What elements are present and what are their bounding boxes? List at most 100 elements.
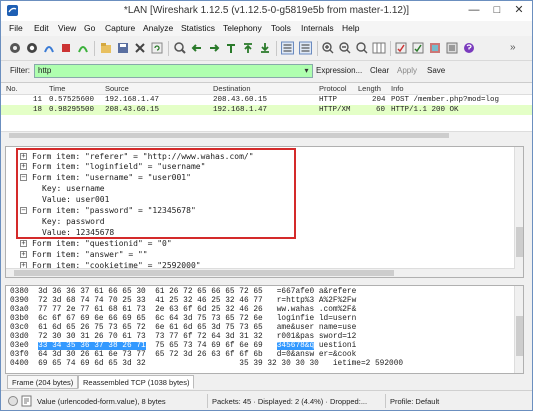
detail-text: Form item: "questionid" = "0" bbox=[32, 239, 172, 248]
menu-tools[interactable]: Tools bbox=[271, 23, 291, 33]
menu-file[interactable]: File bbox=[9, 23, 23, 33]
collapse-icon[interactable]: − bbox=[20, 174, 27, 181]
expand-icon[interactable]: + bbox=[20, 153, 27, 160]
packet-list-hscroll-thumb[interactable] bbox=[9, 133, 449, 138]
bytes-row[interactable]: 03b0 6c 6f 67 69 6e 66 69 65 6c 64 3d 75… bbox=[10, 315, 356, 324]
packet-time: 0.98295500 bbox=[49, 106, 95, 114]
bytes-row[interactable]: 03a0 77 77 2e 77 61 68 61 73 2e 63 6f 6d… bbox=[10, 306, 356, 315]
detail-line[interactable]: Value: user001 bbox=[42, 194, 109, 205]
zoom-in-icon[interactable] bbox=[321, 41, 335, 55]
detail-text: Form item: "loginfield" = "username" bbox=[32, 162, 206, 171]
help-icon[interactable] bbox=[462, 41, 476, 55]
zoom-normal-icon[interactable] bbox=[355, 41, 369, 55]
expand-icon[interactable]: + bbox=[20, 163, 27, 170]
capture-comments-icon[interactable] bbox=[21, 395, 32, 407]
title-bar: *LAN [Wireshark 1.12.5 (v1.12.5-0-g5819e… bbox=[1, 1, 532, 21]
toolbar-overflow-icon[interactable]: » bbox=[510, 42, 516, 53]
reload-icon[interactable] bbox=[150, 41, 164, 55]
bytes-row[interactable]: 03d0 72 30 30 31 26 70 61 73 73 77 6f 72… bbox=[10, 333, 356, 342]
details-hscroll[interactable] bbox=[6, 268, 515, 277]
close-button[interactable]: ✕ bbox=[508, 3, 530, 17]
open-file-icon[interactable] bbox=[99, 41, 113, 55]
status-profile[interactable]: Profile: Default bbox=[390, 397, 439, 406]
menu-internals[interactable]: Internals bbox=[301, 23, 334, 33]
column-header-protocol[interactable]: Protocol bbox=[319, 84, 347, 93]
filter-clear-button[interactable]: Clear bbox=[370, 66, 389, 75]
bytes-offset: 03b0 bbox=[10, 315, 29, 323]
menu-bar: File Edit View Go Capture Analyze Statis… bbox=[1, 21, 532, 36]
save-file-icon[interactable] bbox=[116, 41, 130, 55]
column-header-length[interactable]: Length bbox=[358, 84, 381, 93]
menu-go[interactable]: Go bbox=[84, 23, 95, 33]
menu-telephony[interactable]: Telephony bbox=[223, 23, 262, 33]
column-header-destination[interactable]: Destination bbox=[213, 84, 251, 93]
column-header-time[interactable]: Time bbox=[49, 84, 65, 93]
start-capture-icon[interactable] bbox=[42, 41, 56, 55]
details-hscroll-thumb[interactable] bbox=[14, 270, 394, 276]
detail-line[interactable]: Key: password bbox=[42, 216, 105, 227]
go-first-icon[interactable] bbox=[241, 41, 255, 55]
expand-icon[interactable]: + bbox=[20, 240, 27, 247]
bytes-ascii: d=0&answ bbox=[276, 351, 315, 359]
main-toolbar: » bbox=[1, 37, 532, 61]
menu-analyze[interactable]: Analyze bbox=[143, 23, 173, 33]
go-to-packet-icon[interactable] bbox=[224, 41, 238, 55]
filter-save-button[interactable]: Save bbox=[427, 66, 445, 75]
menu-statistics[interactable]: Statistics bbox=[181, 23, 215, 33]
go-forward-icon[interactable] bbox=[207, 41, 221, 55]
display-filter-input[interactable]: http bbox=[34, 64, 313, 78]
interface-list-icon[interactable] bbox=[8, 41, 22, 55]
find-packet-icon[interactable] bbox=[173, 41, 187, 55]
maximize-button[interactable]: □ bbox=[486, 3, 508, 17]
menu-view[interactable]: View bbox=[58, 23, 76, 33]
details-vscroll[interactable] bbox=[514, 147, 523, 277]
restart-capture-icon[interactable] bbox=[76, 41, 90, 55]
colorize-icon[interactable] bbox=[280, 41, 295, 55]
zoom-out-icon[interactable] bbox=[338, 41, 352, 55]
minimize-button[interactable]: — bbox=[463, 3, 485, 17]
column-header-source[interactable]: Source bbox=[105, 84, 129, 93]
detail-line[interactable]: Key: username bbox=[42, 183, 105, 194]
details-vscroll-thumb[interactable] bbox=[516, 227, 523, 257]
packet-row[interactable]: 11 0.57525600 192.168.1.47 208.43.60.15 … bbox=[1, 95, 532, 105]
packet-no: 11 bbox=[33, 96, 43, 104]
packet-list-hscroll[interactable] bbox=[1, 131, 532, 139]
filter-expression-button[interactable]: Expression... bbox=[316, 66, 362, 75]
detail-line[interactable]: Value: 12345678 bbox=[42, 227, 114, 238]
expand-icon[interactable]: + bbox=[20, 251, 27, 258]
go-back-icon[interactable] bbox=[190, 41, 204, 55]
resize-columns-icon[interactable] bbox=[372, 41, 386, 55]
bytes-row[interactable]: 0390 72 3d 68 74 74 70 25 33 41 25 32 46… bbox=[10, 297, 356, 306]
filter-apply-button[interactable]: Apply bbox=[397, 66, 417, 75]
expert-info-icon[interactable] bbox=[8, 396, 18, 406]
packet-row-selected[interactable]: 18 0.98295500 208.43.60.15 192.168.1.47 … bbox=[1, 105, 532, 115]
tab-frame[interactable]: Frame (204 bytes) bbox=[7, 375, 79, 389]
filter-dropdown-icon[interactable]: ▾ bbox=[301, 65, 312, 77]
capture-options-icon[interactable] bbox=[25, 41, 39, 55]
tab-reassembled-tcp[interactable]: Reassembled TCP (1038 bytes) bbox=[78, 375, 195, 389]
column-header-no[interactable]: No. bbox=[6, 84, 18, 93]
collapse-icon[interactable]: − bbox=[20, 207, 27, 214]
auto-scroll-icon[interactable] bbox=[298, 41, 313, 55]
coloring-rules-icon[interactable] bbox=[428, 41, 442, 55]
bytes-row[interactable]: 0380 3d 36 36 37 61 66 65 30 61 26 72 65… bbox=[10, 288, 356, 297]
bytes-row[interactable]: 03c0 61 6d 65 26 75 73 65 72 6e 61 6d 65… bbox=[10, 324, 356, 333]
packet-details-pane: + Form item: "referer" = "http://www.wah… bbox=[5, 146, 524, 278]
bytes-vscroll-thumb[interactable] bbox=[516, 316, 523, 356]
menu-capture[interactable]: Capture bbox=[105, 23, 135, 33]
detail-text: Value: user001 bbox=[42, 195, 110, 204]
capture-filters-icon[interactable] bbox=[394, 41, 408, 55]
column-header-info[interactable]: Info bbox=[391, 84, 404, 93]
display-filters-icon[interactable] bbox=[411, 41, 425, 55]
menu-help[interactable]: Help bbox=[342, 23, 359, 33]
bytes-vscroll[interactable] bbox=[514, 286, 523, 373]
stop-capture-icon[interactable] bbox=[59, 41, 73, 55]
bytes-row[interactable]: 0400 69 65 74 69 6d 65 3d 32 35 39 32 30… bbox=[10, 360, 403, 369]
menu-edit[interactable]: Edit bbox=[34, 23, 49, 33]
packet-list: No. Time Source Destination Protocol Len… bbox=[1, 82, 532, 139]
bytes-row-highlighted[interactable]: 03e0 33 34 35 36 37 38 26 71 75 65 73 74… bbox=[10, 342, 356, 351]
bytes-row[interactable]: 03f0 64 3d 30 26 61 6e 73 77 65 72 3d 26… bbox=[10, 351, 356, 360]
preferences-icon[interactable] bbox=[445, 41, 459, 55]
go-last-icon[interactable] bbox=[258, 41, 272, 55]
close-file-icon[interactable] bbox=[133, 41, 147, 55]
